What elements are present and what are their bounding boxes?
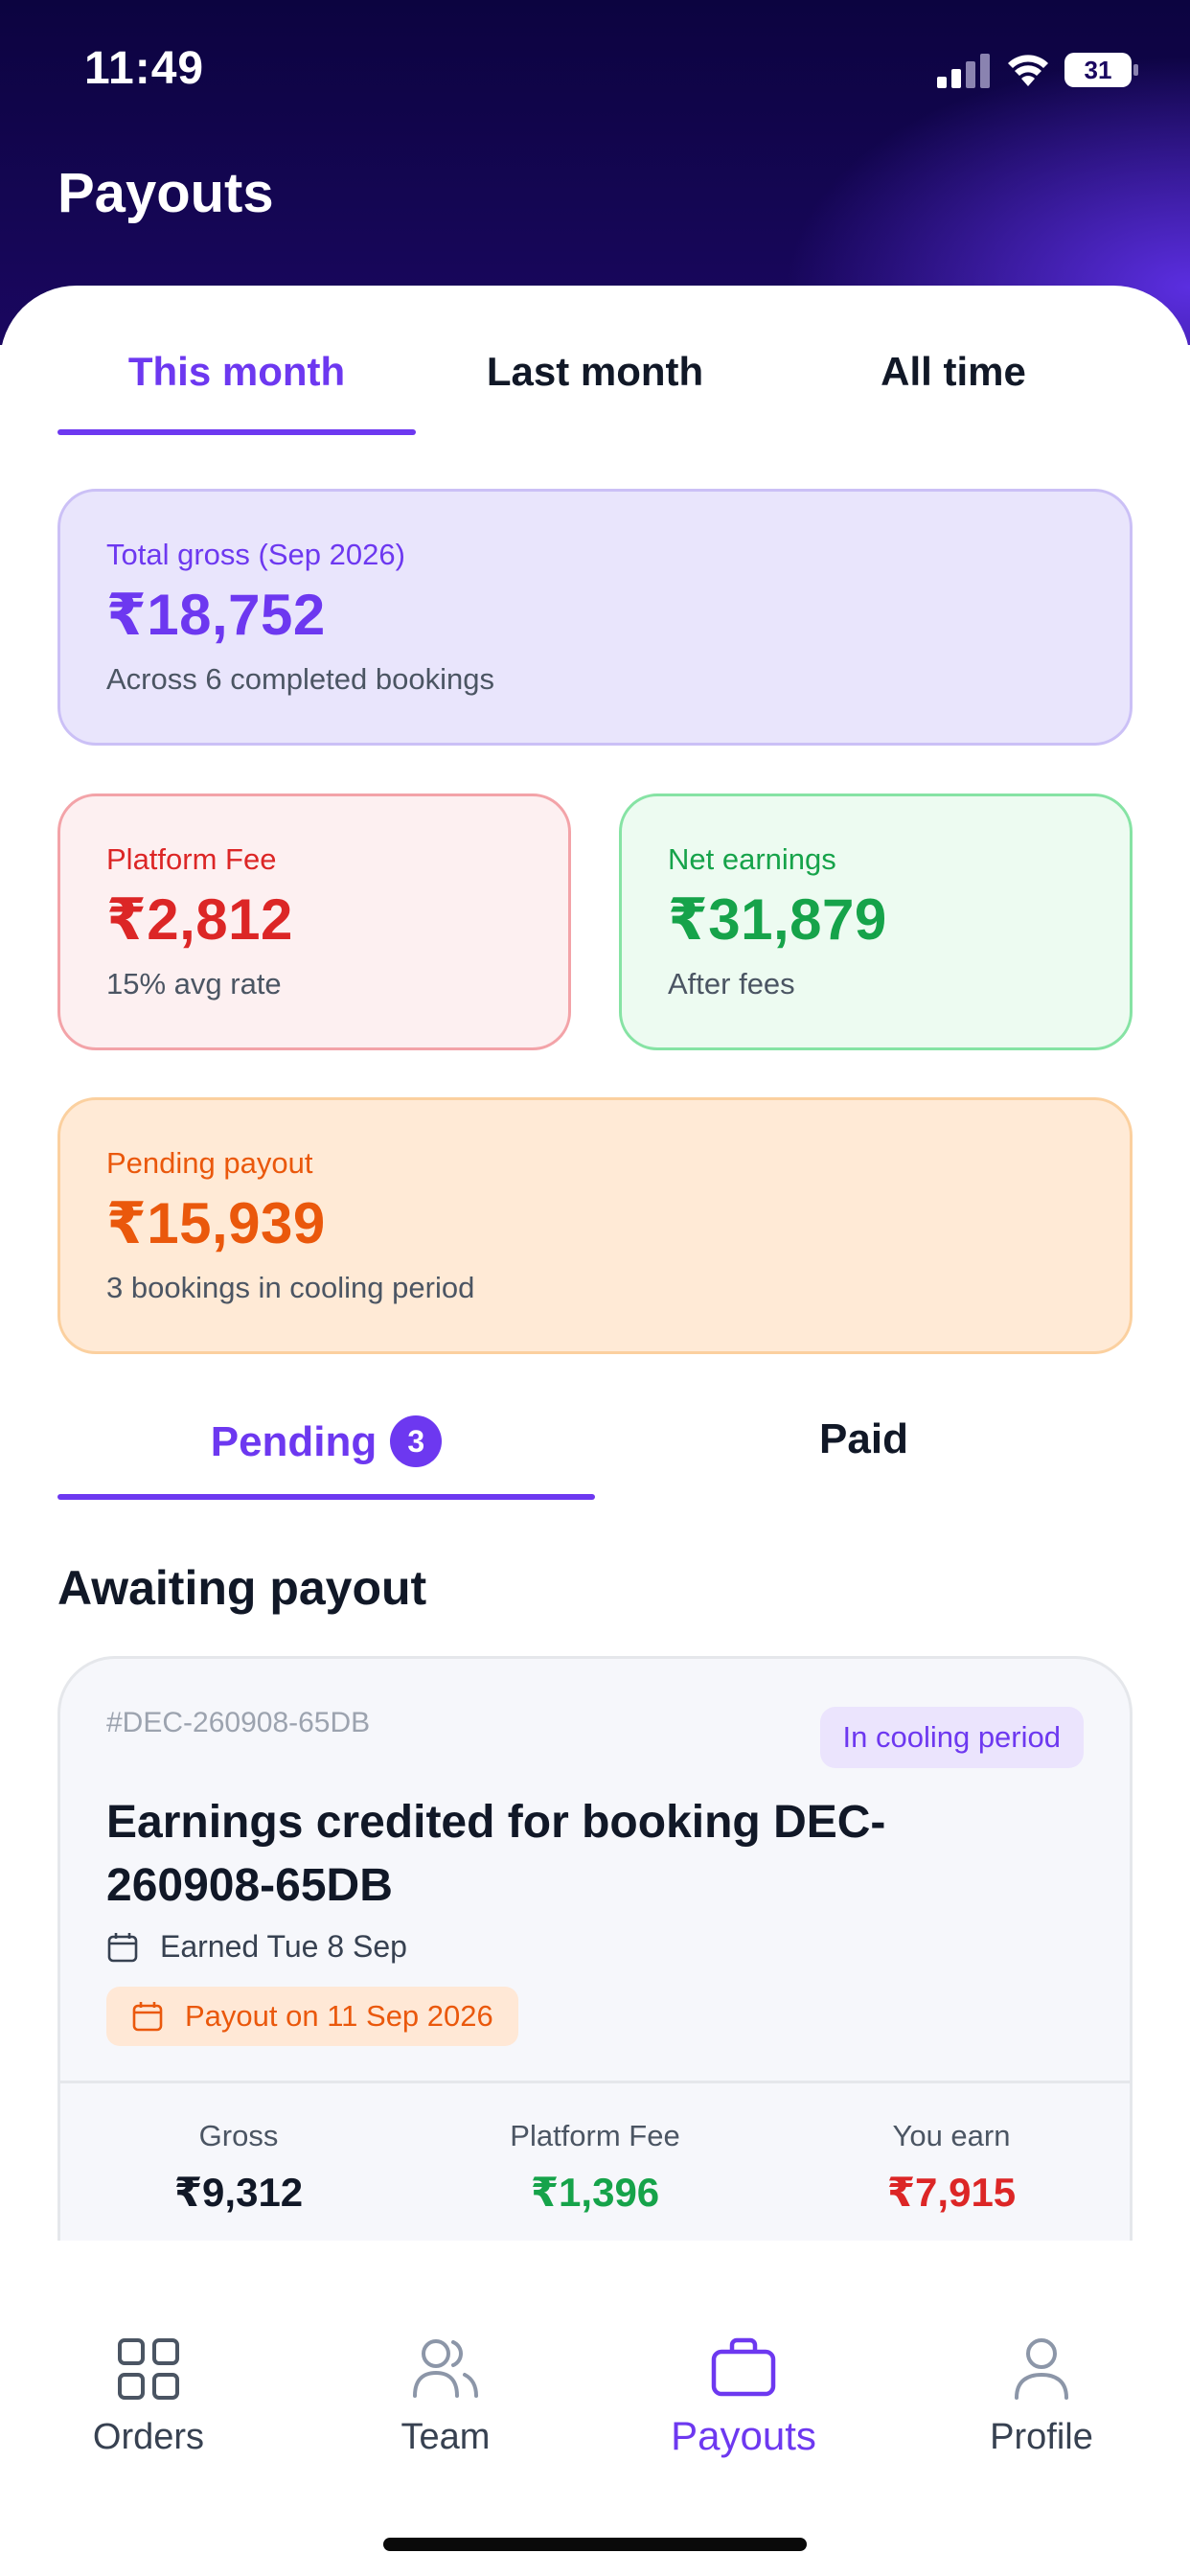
nav-payouts-label: Payouts bbox=[671, 2413, 816, 2458]
amount-breakdown: Gross ₹9,312 Platform Fee ₹1,396 You ear… bbox=[60, 2119, 1130, 2216]
tab-paid[interactable]: Paid bbox=[595, 1404, 1133, 1500]
platform-fee-amount-label: Platform Fee bbox=[510, 2119, 680, 2152]
tab-last-month[interactable]: Last month bbox=[416, 337, 774, 433]
calendar-icon bbox=[107, 1932, 138, 1962]
gross-value: ₹9,312 bbox=[173, 2170, 304, 2215]
nav-profile-label: Profile bbox=[990, 2417, 1093, 2457]
nav-profile[interactable]: Profile bbox=[927, 2336, 1156, 2458]
net-earnings-label: Net earnings bbox=[668, 842, 836, 876]
platform-fee-card: Platform Fee ₹2,812 15% avg rate bbox=[57, 794, 571, 1050]
wifi-icon bbox=[1008, 55, 1048, 86]
you-earn-label: You earn bbox=[892, 2119, 1011, 2152]
nav-orders-label: Orders bbox=[92, 2417, 205, 2457]
platform-fee-value: ₹2,812 bbox=[106, 887, 293, 952]
pending-payout-value: ₹15,939 bbox=[106, 1191, 326, 1255]
net-earnings-value: ₹31,879 bbox=[668, 887, 887, 952]
net-earnings-sub: After fees bbox=[668, 967, 795, 1000]
platform-fee-amount-value: ₹1,396 bbox=[530, 2170, 660, 2215]
nav-team-label: Team bbox=[400, 2417, 491, 2457]
pending-payout-card: Pending payout ₹15,939 3 bookings in coo… bbox=[57, 1097, 1133, 1354]
tab-pending[interactable]: Pending 3 bbox=[57, 1404, 595, 1500]
calendar-icon bbox=[132, 2002, 163, 2032]
net-earnings-card: Net earnings ₹31,879 After fees bbox=[619, 794, 1133, 1050]
gross-amount: Gross ₹9,312 bbox=[60, 2119, 417, 2216]
bottom-nav: Orders Team Payouts Profile bbox=[0, 2241, 1190, 2576]
briefcase-icon bbox=[711, 2337, 776, 2397]
nav-team[interactable]: Team bbox=[331, 2336, 561, 2458]
total-gross-value: ₹18,752 bbox=[106, 583, 326, 647]
page-title: Payouts bbox=[57, 162, 274, 224]
gross-label: Gross bbox=[198, 2119, 279, 2152]
platform-fee-label: Platform Fee bbox=[106, 842, 277, 876]
tab-this-month[interactable]: This month bbox=[57, 337, 416, 435]
period-tabs: This month Last month All time bbox=[57, 337, 1133, 435]
status-time: 11:49 bbox=[84, 43, 205, 94]
section-title: Awaiting payout bbox=[57, 1561, 427, 1615]
grid-icon bbox=[118, 2338, 179, 2400]
platform-fee-sub: 15% avg rate bbox=[106, 967, 282, 1000]
home-indicator bbox=[383, 2538, 807, 2551]
total-gross-label: Total gross (Sep 2026) bbox=[106, 538, 405, 571]
status-tabs: Pending 3 Paid bbox=[57, 1404, 1133, 1500]
earned-date-row: Earned Tue 8 Sep bbox=[106, 1929, 407, 1965]
pending-payout-label: Pending payout bbox=[106, 1146, 313, 1180]
payout-date-pill: Payout on 11 Sep 2026 bbox=[106, 1987, 518, 2046]
pending-payout-sub: 3 bookings in cooling period bbox=[106, 1271, 475, 1304]
pending-count-badge: 3 bbox=[390, 1415, 443, 1467]
divider bbox=[60, 2081, 1130, 2083]
battery-level: 31 bbox=[1085, 56, 1112, 84]
booking-id: #DEC-260908-65DB bbox=[106, 1707, 371, 1738]
total-gross-sub: Across 6 completed bookings bbox=[106, 662, 494, 696]
total-gross-card: Total gross (Sep 2026) ₹18,752 Across 6 … bbox=[57, 489, 1133, 746]
status-badge: In cooling period bbox=[819, 1707, 1084, 1768]
status-bar: 11:49 31 bbox=[0, 0, 1190, 144]
booking-card[interactable]: #DEC-260908-65DB In cooling period Earni… bbox=[57, 1656, 1133, 2250]
battery-icon: 31 bbox=[1064, 52, 1140, 88]
earned-date: Earned Tue 8 Sep bbox=[160, 1929, 407, 1964]
nav-orders[interactable]: Orders bbox=[34, 2336, 263, 2458]
tab-pending-label: Pending bbox=[210, 1418, 378, 1465]
nav-payouts[interactable]: Payouts bbox=[629, 2336, 858, 2459]
user-icon bbox=[1015, 2338, 1068, 2400]
cellular-signal-icon bbox=[937, 54, 990, 88]
booking-title: Earnings credited for booking DEC-260908… bbox=[106, 1797, 886, 1911]
platform-fee-amount: Platform Fee ₹1,396 bbox=[417, 2119, 773, 2216]
payout-date: Payout on 11 Sep 2026 bbox=[185, 1999, 493, 2033]
users-icon bbox=[413, 2339, 478, 2398]
you-earn-amount: You earn ₹7,915 bbox=[773, 2119, 1130, 2216]
tab-all-time[interactable]: All time bbox=[774, 337, 1133, 433]
you-earn-value: ₹7,915 bbox=[886, 2170, 1017, 2215]
